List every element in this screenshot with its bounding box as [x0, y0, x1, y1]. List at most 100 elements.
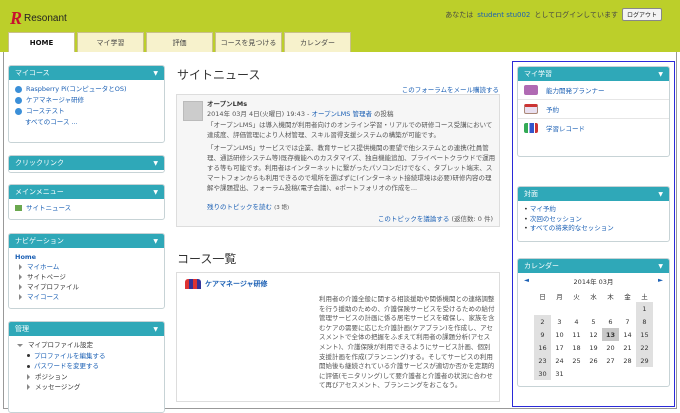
list-item[interactable]: 予約: [518, 100, 669, 119]
messaging-item[interactable]: メッセージング: [35, 383, 80, 391]
change-password-link[interactable]: パスワードを変更する: [34, 362, 99, 370]
position-item[interactable]: ポジション: [35, 373, 68, 381]
calendar-day[interactable]: 15: [636, 328, 653, 341]
nav-item[interactable]: マイコース: [27, 293, 59, 301]
mylearning-header[interactable]: マイ学習 ▼: [518, 67, 669, 81]
triangle-right-icon: [19, 294, 22, 300]
calendar-day: [602, 302, 619, 315]
nav-item[interactable]: サイトページ: [27, 273, 66, 281]
tab-calendar[interactable]: カレンダー: [284, 32, 351, 52]
mycourses-header[interactable]: マイコース ▼: [9, 66, 164, 80]
calendar-day[interactable]: 19: [585, 341, 602, 354]
list-item[interactable]: Raspberry Pi(コンピュータとOS): [15, 84, 158, 95]
nav-item[interactable]: マイプロファイル: [27, 283, 79, 291]
calendar-day[interactable]: 26: [585, 354, 602, 367]
user-link[interactable]: student stu002: [477, 11, 530, 19]
chevron-down-icon[interactable]: ▼: [658, 71, 663, 78]
list-item[interactable]: コーステスト: [15, 106, 158, 117]
list-item[interactable]: 能力開発プランナー: [518, 81, 669, 100]
post-meta-author[interactable]: オープンLMS 管理者: [311, 110, 372, 118]
calendar-day[interactable]: 10: [551, 328, 568, 341]
chevron-down-icon[interactable]: ▼: [153, 326, 158, 333]
tab-my-learning[interactable]: マイ学習: [77, 32, 144, 52]
calendar-day[interactable]: 27: [602, 354, 619, 367]
chevron-down-icon[interactable]: ▼: [153, 160, 158, 167]
discuss-row: このトピックを議論する (返信数: 0 件): [378, 214, 493, 224]
chevron-down-icon[interactable]: ▼: [153, 189, 158, 196]
post-date: 2014年 03月 4日(火曜日) 19:43 -: [207, 110, 312, 118]
calendar-day: [619, 367, 636, 380]
mainmenu-header[interactable]: メインメニュー ▼: [9, 185, 164, 199]
admin-header[interactable]: 管理 ▼: [9, 322, 164, 336]
chevron-down-icon[interactable]: ▼: [658, 191, 663, 198]
calendar-day[interactable]: 17: [551, 341, 568, 354]
tab-home[interactable]: HOME: [8, 32, 75, 52]
logout-button[interactable]: ログアウト: [621, 8, 662, 21]
list-item[interactable]: 学習レコード: [518, 119, 669, 137]
faceto-header[interactable]: 対面 ▼: [518, 187, 669, 201]
calendar-day[interactable]: 14: [619, 328, 636, 341]
discuss-link[interactable]: このトピックを議論する: [378, 215, 450, 223]
calendar-day[interactable]: 2: [534, 315, 551, 328]
calendar-day[interactable]: 13: [602, 328, 619, 341]
calendar-day[interactable]: 9: [534, 328, 551, 341]
calendar-day[interactable]: 28: [619, 354, 636, 367]
my-bookings-link[interactable]: マイ予約: [530, 205, 556, 213]
calendar-day[interactable]: 12: [585, 328, 602, 341]
calendar-day[interactable]: 11: [568, 328, 585, 341]
nav-item[interactable]: マイホーム: [27, 263, 59, 271]
calendar-day[interactable]: 16: [534, 341, 551, 354]
news-post: オープンLMs 2014年 03月 4日(火曜日) 19:43 - オープンLM…: [176, 94, 500, 227]
calendar-day[interactable]: 6: [602, 315, 619, 328]
records-link[interactable]: 学習レコード: [546, 123, 585, 133]
read-more-link[interactable]: 残りのトピックを読む: [207, 203, 272, 211]
calendar-day[interactable]: 8: [636, 315, 653, 328]
course-link[interactable]: ケアマネージャ研修: [26, 96, 84, 104]
future-sessions-link[interactable]: すべての将来的なセッション: [530, 224, 614, 232]
calendar-day[interactable]: 24: [551, 354, 568, 367]
nav-home[interactable]: Home: [15, 253, 36, 261]
site-logo[interactable]: R Resonant: [10, 8, 67, 29]
calendar-day[interactable]: 25: [568, 354, 585, 367]
course-name-link[interactable]: ケアマネージャ研修: [205, 279, 268, 289]
course-link[interactable]: コーステスト: [26, 107, 65, 115]
calendar-day[interactable]: 23: [534, 354, 551, 367]
navigation-header[interactable]: ナビゲーション ▼: [9, 234, 164, 248]
all-courses-link[interactable]: すべてのコース ...: [25, 118, 78, 126]
calendar-day[interactable]: 7: [619, 315, 636, 328]
planner-link[interactable]: 能力開発プランナー: [546, 85, 605, 95]
tab-evaluation[interactable]: 評価: [146, 32, 213, 52]
calendar-day[interactable]: 3: [551, 315, 568, 328]
booking-link[interactable]: 予約: [546, 104, 559, 114]
site-news-link[interactable]: サイトニュース: [26, 204, 71, 212]
calendar-header[interactable]: カレンダー ▼: [518, 259, 669, 273]
calendar-day[interactable]: 21: [619, 341, 636, 354]
calendar-block: カレンダー ▼ ◄ 2014年 03月 ► 日月火水木金土 1 2 3 4 5 6 7 8 9 10 1…: [517, 258, 670, 387]
calendar-day[interactable]: 20: [602, 341, 619, 354]
chevron-down-icon[interactable]: ▼: [658, 263, 663, 270]
faceto-block: 対面 ▼ • マイ予約 • 次回のセッション • すべての将来的なセッション: [517, 186, 670, 242]
clicklink-header[interactable]: クリックリンク ▼: [9, 156, 164, 170]
calendar-day[interactable]: 22: [636, 341, 653, 354]
calendar-day[interactable]: 30: [534, 367, 551, 380]
list-item[interactable]: ケアマネージャ研修: [15, 95, 158, 106]
post-author: オープンLMs: [207, 100, 248, 108]
calendar-day[interactable]: 18: [568, 341, 585, 354]
calendar-day[interactable]: 5: [585, 315, 602, 328]
next-month-button[interactable]: ►: [658, 276, 663, 286]
profile-settings[interactable]: マイプロファイル設定: [28, 341, 93, 349]
subscribe-link[interactable]: このフォーラムをメール購読する: [402, 84, 499, 94]
next-session-link[interactable]: 次回のセッション: [530, 215, 582, 223]
calendar-day[interactable]: 29: [636, 354, 653, 367]
edit-profile-link[interactable]: プロファイルを編集する: [34, 352, 106, 360]
calendar-day[interactable]: 4: [568, 315, 585, 328]
prev-month-button[interactable]: ◄: [524, 276, 529, 286]
avatar: [183, 101, 203, 121]
triangle-right-icon: [27, 373, 30, 380]
chevron-down-icon[interactable]: ▼: [153, 238, 158, 245]
tab-find-courses[interactable]: コースを見つける: [215, 32, 282, 52]
course-link[interactable]: Raspberry Pi(コンピュータとOS): [26, 85, 127, 93]
chevron-down-icon[interactable]: ▼: [153, 70, 158, 77]
calendar-day[interactable]: 31: [551, 367, 568, 380]
calendar-day[interactable]: 1: [636, 302, 653, 315]
